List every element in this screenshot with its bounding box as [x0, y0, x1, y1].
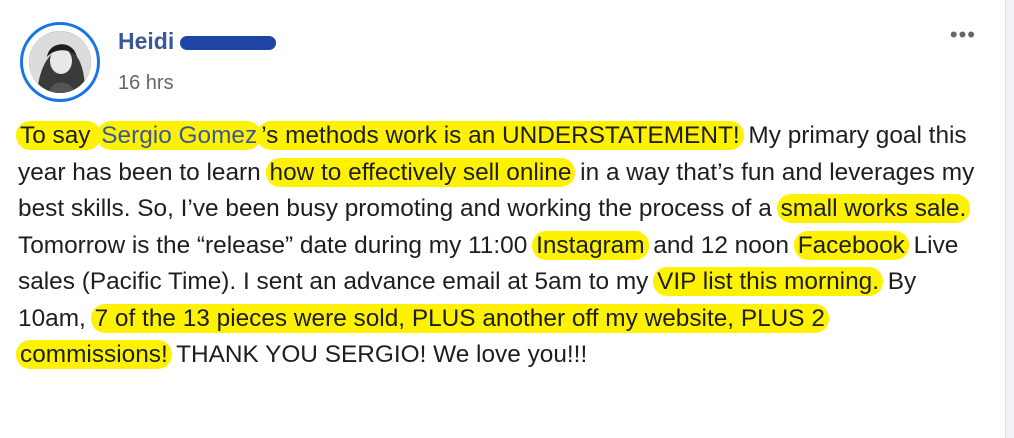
scrollbar-track [1005, 0, 1014, 438]
redaction-mark [180, 35, 277, 50]
post-text-segment: Tomorrow is the “release” date during my… [18, 231, 535, 259]
post-text-segment: THANK YOU SERGIO! We love you!!! [169, 341, 588, 368]
author-name[interactable]: Heidi [118, 28, 174, 55]
author-row: Heidi [118, 28, 277, 55]
avatar[interactable] [29, 31, 91, 93]
post-text-segment: and 12 noon [646, 231, 796, 259]
highlighted-text: how to effectively sell online [265, 157, 576, 187]
ellipsis-icon[interactable]: ••• [950, 24, 976, 46]
post-timestamp[interactable]: 16 hrs [118, 72, 174, 95]
highlighted-text: VIP list this morning. [653, 267, 883, 296]
avatar-ring[interactable] [20, 22, 100, 102]
highlighted-text: small works sale. [776, 194, 971, 223]
post-text: To say Sergio Gomez’s methods work is an… [16, 118, 978, 374]
highlighted-text: To say [16, 121, 102, 150]
highlighted-text: Instagram [532, 230, 649, 260]
facebook-post: Heidi 16 hrs ••• To say Sergio Gomez’s m… [0, 0, 1014, 438]
avatar-image [29, 31, 91, 93]
highlighted-text: ’s methods work is an UNDERSTATEMENT! [257, 121, 744, 150]
highlighted-text: Facebook [793, 230, 909, 260]
mention-link[interactable]: Sergio Gomez [97, 121, 262, 150]
